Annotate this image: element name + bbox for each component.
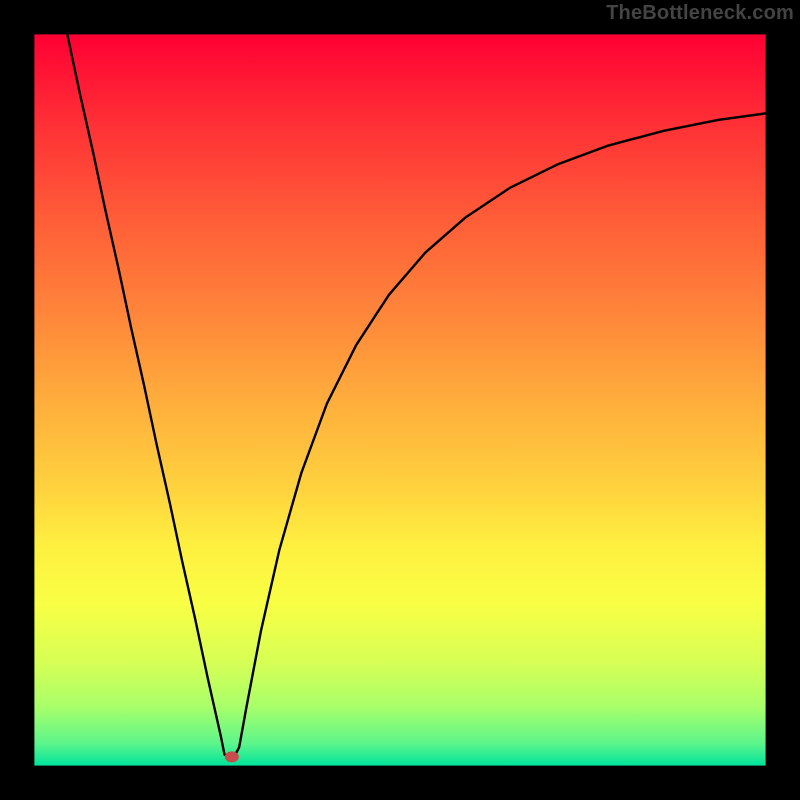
chart-plot-background [34, 34, 765, 765]
chart-canvas [0, 0, 800, 800]
source-attribution: TheBottleneck.com [606, 2, 794, 25]
bottleneck-chart: TheBottleneck.com [0, 0, 800, 800]
optimal-point-marker [225, 751, 239, 762]
